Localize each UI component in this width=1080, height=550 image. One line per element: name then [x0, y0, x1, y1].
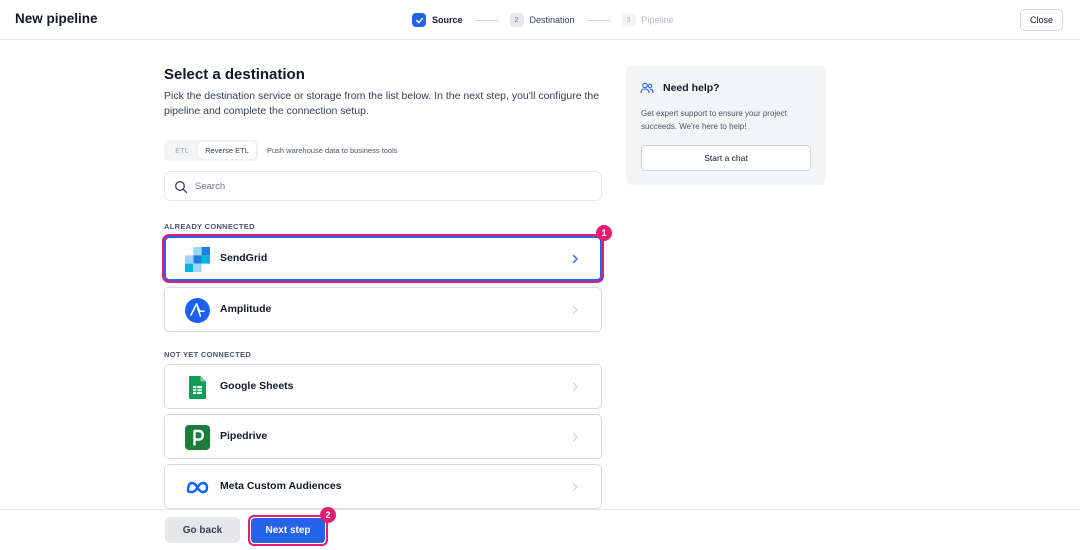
go-back-button[interactable]: Go back — [165, 517, 240, 543]
next-step-button[interactable]: Next step — [251, 518, 325, 543]
step-number: 3 — [621, 13, 636, 27]
chevron-right-icon — [572, 305, 578, 315]
google-sheets-logo — [189, 376, 206, 399]
destination-name: SendGrid — [220, 252, 268, 264]
start-chat-button[interactable]: Start a chat — [641, 145, 811, 171]
destination-item-google-sheets[interactable]: Google Sheets — [164, 364, 602, 409]
search-input[interactable] — [195, 172, 595, 200]
chevron-right-icon — [572, 254, 578, 264]
top-bar: New pipeline Source 2 Destination 3 Pipe… — [0, 0, 1080, 40]
step-connector — [475, 19, 498, 21]
step-connector — [587, 19, 610, 21]
section-description: Pick the destination service or storage … — [164, 90, 600, 117]
step-label: Pipeline — [641, 15, 674, 25]
section-title: Select a destination — [164, 66, 305, 83]
chevron-right-icon — [572, 432, 578, 442]
destination-name: Pipedrive — [220, 430, 268, 442]
destination-name: Amplitude — [220, 303, 272, 315]
step-label: Source — [432, 15, 463, 25]
footer-bar — [0, 509, 1080, 550]
chevron-right-icon — [572, 482, 578, 492]
destination-item-amplitude[interactable]: Amplitude — [164, 287, 602, 332]
step-source[interactable]: Source — [412, 13, 463, 27]
annotation-badge-1: 1 — [596, 225, 612, 241]
close-button[interactable]: Close — [1020, 9, 1063, 31]
check-icon — [412, 13, 426, 27]
mode-option-etl[interactable]: ETL — [166, 142, 198, 159]
help-text: Get expert support to ensure your projec… — [641, 109, 787, 131]
people-icon — [640, 82, 654, 94]
destination-item-sendgrid[interactable]: SendGrid — [164, 236, 602, 281]
step-pipeline[interactable]: 3 Pipeline — [621, 13, 674, 27]
step-label: Destination — [529, 15, 575, 25]
destination-name: Meta Custom Audiences — [220, 480, 342, 492]
step-number: 2 — [509, 13, 524, 27]
help-card: Need help? Get expert support to ensure … — [626, 66, 826, 185]
destination-item-meta-custom-audiences[interactable]: Meta Custom Audiences — [164, 464, 602, 509]
sendgrid-logo — [185, 247, 210, 272]
mode-toggle: ETL Reverse ETL — [164, 140, 258, 161]
search-icon — [175, 181, 188, 194]
meta-logo — [186, 481, 209, 494]
mode-hint: Push warehouse data to business tools — [267, 146, 398, 155]
step-destination[interactable]: 2 Destination — [509, 13, 575, 27]
pipedrive-logo — [185, 425, 210, 450]
already-connected-label: ALREADY CONNECTED — [164, 222, 255, 231]
not-connected-label: NOT YET CONNECTED — [164, 350, 252, 359]
chevron-right-icon — [572, 382, 578, 392]
amplitude-logo — [185, 298, 210, 323]
help-title: Need help? — [663, 82, 720, 94]
annotation-badge-2: 2 — [320, 507, 336, 523]
stepper: Source 2 Destination 3 Pipeline — [412, 11, 674, 29]
destination-item-pipedrive[interactable]: Pipedrive — [164, 414, 602, 459]
page-title: New pipeline — [15, 11, 98, 26]
mode-option-reverse-etl[interactable]: Reverse ETL — [198, 142, 256, 159]
search-box — [164, 171, 602, 201]
destination-name: Google Sheets — [220, 380, 294, 392]
